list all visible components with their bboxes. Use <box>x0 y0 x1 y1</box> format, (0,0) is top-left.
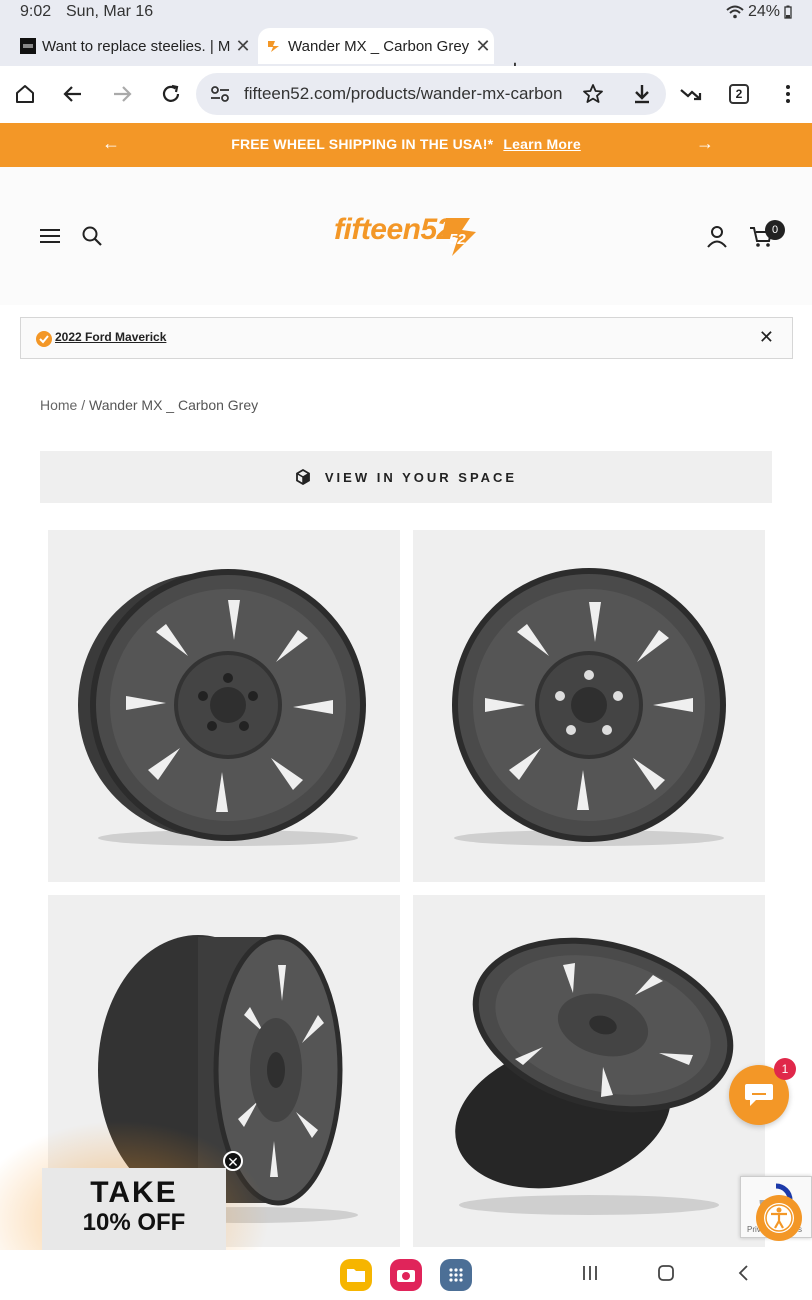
close-promo-icon[interactable]: ✕ <box>223 1151 243 1171</box>
recent-apps-icon[interactable] <box>580 1263 600 1283</box>
accessibility-button[interactable] <box>756 1195 802 1241</box>
battery-percent: 24% <box>747 3 780 20</box>
chat-notification-badge: 1 <box>774 1058 796 1080</box>
reload-icon[interactable] <box>157 80 185 108</box>
app-drawer-icon[interactable] <box>440 1259 472 1291</box>
tab-wander-mx[interactable]: Wander MX _ Carbon Grey ✕ <box>258 28 494 64</box>
tab-steelies[interactable]: Want to replace steelies. | M ✕ <box>20 28 254 64</box>
wheel-front-image <box>452 568 726 846</box>
svg-text:52: 52 <box>449 231 466 248</box>
close-tab-icon[interactable]: ✕ <box>232 36 254 57</box>
breadcrumb-separator: / <box>81 397 86 413</box>
banner-message: FREE WHEEL SHIPPING IN THE USA!* Learn M… <box>0 136 812 152</box>
ar-cube-icon <box>295 469 310 485</box>
back-icon[interactable] <box>59 80 87 108</box>
url-text[interactable]: fifteen52.com/products/wander-mx-carbon <box>244 84 562 104</box>
site-favicon <box>20 38 36 54</box>
tab-strip: Want to replace steelies. | M ✕ Wander M… <box>0 26 812 84</box>
view-in-space-button[interactable]: VIEW IN YOUR SPACE <box>40 451 772 503</box>
close-tab-icon[interactable]: ✕ <box>472 36 494 57</box>
tab-switcher-button[interactable]: 2 <box>729 84 749 104</box>
gallery-image-tilted[interactable] <box>413 895 765 1247</box>
check-icon <box>36 331 52 347</box>
site-settings-icon[interactable] <box>210 85 230 103</box>
gallery-image-front[interactable] <box>413 530 765 882</box>
accessibility-icon <box>764 1203 794 1233</box>
chat-bubble-icon <box>745 1084 773 1106</box>
breadcrumb-home[interactable]: Home <box>40 397 77 413</box>
more-menu-icon[interactable] <box>774 80 802 108</box>
cart-count-badge: 0 <box>765 220 785 240</box>
download-icon[interactable] <box>631 83 653 105</box>
banner-text: FREE WHEEL SHIPPING IN THE USA!* <box>231 136 494 152</box>
site-header: fifteen52 52 0 <box>0 167 812 305</box>
vehicle-label[interactable]: 2022 Ford Maverick <box>55 330 166 344</box>
discount-popup[interactable]: TAKE 10% OFF <box>42 1168 226 1250</box>
logo-mark-icon: 52 <box>442 218 476 256</box>
trending-down-icon[interactable] <box>677 80 705 108</box>
fifteen52-favicon <box>268 41 279 52</box>
breadcrumb: Home / Wander MX _ Carbon Grey <box>40 397 258 413</box>
system-nav-bar <box>0 1250 812 1300</box>
site-logo[interactable]: fifteen52 <box>334 213 453 247</box>
breadcrumb-current: Wander MX _ Carbon Grey <box>89 397 259 413</box>
wheel-tilted-image <box>455 937 734 1215</box>
banner-next-icon[interactable]: → <box>696 133 714 154</box>
address-bar[interactable]: fifteen52.com/products/wander-mx-carbon <box>196 73 666 115</box>
vehicle-selector[interactable]: 2022 Ford Maverick ✕ <box>20 317 793 359</box>
hamburger-menu-icon[interactable] <box>40 228 60 244</box>
promo-line1: TAKE <box>90 1176 178 1209</box>
wifi-icon <box>726 5 744 19</box>
browser-toolbar: fifteen52.com/products/wander-mx-carbon <box>0 66 812 122</box>
shipping-banner: ← FREE WHEEL SHIPPING IN THE USA!* Learn… <box>0 123 812 167</box>
gallery-image-angle[interactable] <box>48 530 400 882</box>
home-nav-icon[interactable] <box>656 1263 676 1283</box>
files-app-icon[interactable] <box>340 1259 372 1291</box>
status-date: Sun, Mar 16 <box>66 3 154 20</box>
camera-app-icon[interactable] <box>390 1259 422 1291</box>
tab-title: Wander MX _ Carbon Grey <box>288 37 470 55</box>
promo-line2: 10% OFF <box>82 1209 186 1236</box>
view-in-space-label: VIEW IN YOUR SPACE <box>324 469 518 485</box>
search-icon[interactable] <box>82 226 102 246</box>
bookmark-star-icon[interactable] <box>582 83 604 105</box>
status-bar: 9:02 Sun, Mar 16 24% <box>0 0 812 26</box>
account-icon[interactable] <box>707 226 727 248</box>
back-nav-icon[interactable] <box>734 1263 754 1283</box>
wheel-angle-image <box>78 569 366 846</box>
tab-title: Want to replace steelies. | M <box>42 37 231 55</box>
forward-icon[interactable] <box>108 80 136 108</box>
battery-icon <box>784 5 792 19</box>
home-icon[interactable] <box>11 80 39 108</box>
status-indicators: 24% <box>726 3 792 21</box>
clear-vehicle-icon[interactable]: ✕ <box>759 327 774 348</box>
status-time: 9:02 <box>20 3 52 20</box>
learn-more-link[interactable]: Learn More <box>503 136 580 152</box>
